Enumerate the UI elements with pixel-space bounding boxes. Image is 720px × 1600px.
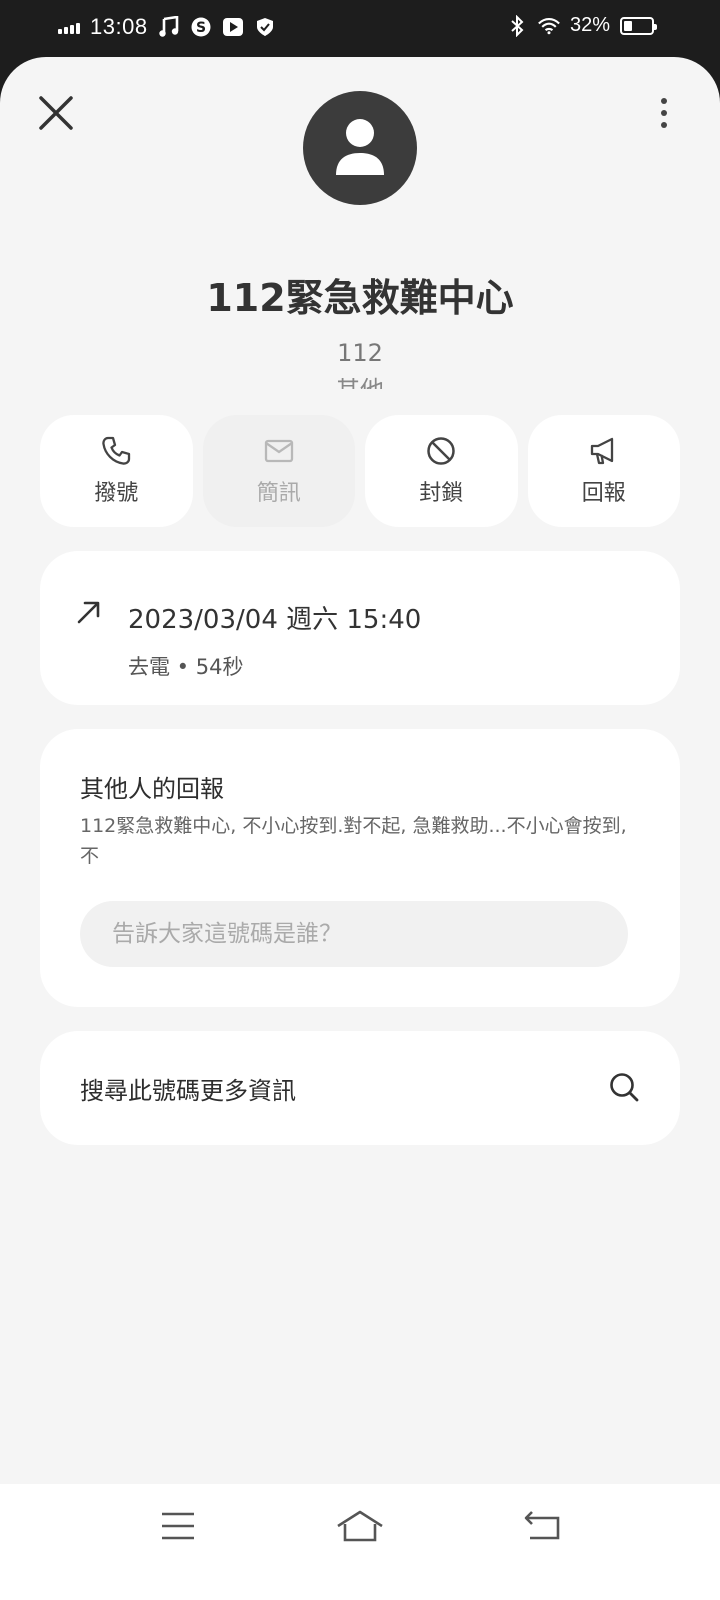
report-label: 回報 xyxy=(581,481,626,506)
avatar xyxy=(303,91,417,205)
status-time: 13:08 xyxy=(90,14,148,39)
more-options-button[interactable] xyxy=(650,91,678,135)
search-more-info-label: 搜尋此號碼更多資訊 xyxy=(80,1077,296,1105)
battery-percent: 32% xyxy=(569,14,610,36)
call-button[interactable]: 撥號 xyxy=(40,415,193,527)
contact-detail-sheet: 112緊急救難中心 112 其他 撥號 簡訊 封鎖 回報 2023/03/04 … xyxy=(0,57,720,1600)
more-vertical-icon xyxy=(661,98,667,104)
block-label: 封鎖 xyxy=(419,481,464,506)
search-icon xyxy=(610,1073,639,1102)
call-log-entry[interactable]: 2023/03/04 週六 15:40 去電 • 54秒 xyxy=(40,551,680,705)
block-icon xyxy=(427,437,455,465)
status-bar: 13:08 S 32% xyxy=(0,0,720,60)
skype-icon: S xyxy=(190,16,212,38)
contact-name: 112緊急救難中心 xyxy=(206,276,514,320)
reports-text: 112緊急救難中心, 不小心按到.對不起, 急難救助...不小心會按到, 不 xyxy=(80,815,627,867)
wifi-icon xyxy=(538,15,560,37)
home-button[interactable] xyxy=(330,1506,390,1546)
bluetooth-icon xyxy=(506,14,528,37)
contact-category: 其他 xyxy=(0,375,720,389)
home-icon xyxy=(337,1510,383,1542)
report-input[interactable]: 告訴大家這號碼是誰？ xyxy=(80,901,628,967)
close-button[interactable] xyxy=(34,91,78,135)
phone-icon xyxy=(102,436,131,465)
message-button[interactable]: 簡訊 xyxy=(202,415,355,527)
call-label: 撥號 xyxy=(94,481,139,506)
shield-icon xyxy=(254,16,276,38)
reports-title: 其他人的回報 xyxy=(80,775,224,803)
search-more-info-button[interactable]: 搜尋此號碼更多資訊 xyxy=(40,1031,680,1145)
svg-text:S: S xyxy=(196,20,206,36)
call-meta: 去電 • 54秒 xyxy=(128,655,244,679)
block-button[interactable]: 封鎖 xyxy=(365,415,518,527)
back-button[interactable] xyxy=(512,1506,572,1546)
close-icon xyxy=(39,96,73,130)
back-icon xyxy=(524,1511,560,1540)
call-datetime: 2023/03/04 週六 15:40 xyxy=(128,605,422,635)
action-buttons: 撥號 簡訊 封鎖 回報 xyxy=(40,415,680,527)
youtube-icon xyxy=(222,16,244,38)
contact-number: 112 xyxy=(337,339,383,367)
reports-card: 其他人的回報 112緊急救難中心, 不小心按到.對不起, 急難救助...不小心會… xyxy=(40,729,680,1007)
message-icon xyxy=(264,439,293,463)
signal-icon xyxy=(58,20,80,34)
megaphone-icon xyxy=(590,437,613,465)
person-icon xyxy=(336,119,384,175)
battery-icon xyxy=(620,16,657,35)
menu-icon xyxy=(162,1512,194,1540)
outgoing-arrow-icon xyxy=(77,601,100,624)
report-button[interactable]: 回報 xyxy=(527,415,680,527)
message-label: 簡訊 xyxy=(256,481,301,506)
navigation-bar xyxy=(0,1484,720,1600)
music-icon xyxy=(158,16,180,38)
recents-button[interactable] xyxy=(148,1506,208,1546)
